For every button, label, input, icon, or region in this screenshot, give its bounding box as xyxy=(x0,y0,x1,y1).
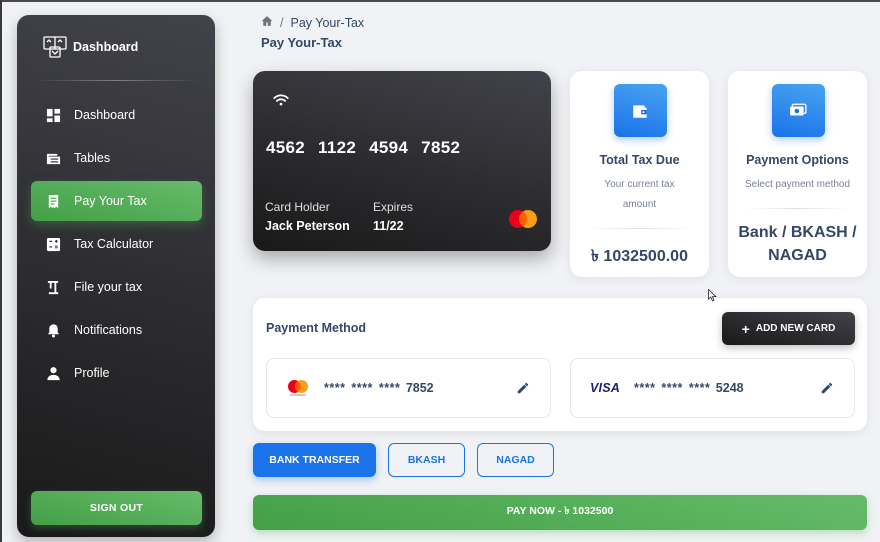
tax-due-amount: ৳ 1032500.00 xyxy=(591,248,688,265)
sidebar-item-pay-your-tax[interactable]: Pay Your Tax xyxy=(31,181,202,221)
pay-now-button[interactable]: PAY NOW - ৳ 1032500 xyxy=(253,495,867,530)
sidebar-item-file-your-tax[interactable]: File your tax xyxy=(31,267,202,307)
divider xyxy=(744,208,851,209)
page-title: Pay Your-Tax xyxy=(261,35,342,50)
breadcrumb-separator: / xyxy=(280,15,284,30)
nagad-button[interactable]: NAGAD xyxy=(477,443,554,477)
window-top-border xyxy=(0,0,880,2)
cash-icon xyxy=(771,84,825,137)
brand[interactable]: Dashboard xyxy=(43,35,138,59)
total-tax-due-card: Total Tax Due Your current tax amount ৳ … xyxy=(570,71,709,277)
add-new-card-button[interactable]: + ADD NEW CARD xyxy=(722,312,855,345)
receipt-icon xyxy=(45,193,61,209)
visa-logo-icon: VISA xyxy=(590,381,620,395)
sidebar-item-label: File your tax xyxy=(74,280,143,294)
payment-method-panel: Payment Method + ADD NEW CARD **** **** … xyxy=(253,298,867,431)
bank-transfer-button[interactable]: BANK TRANSFER xyxy=(253,443,376,477)
sidebar-item-notifications[interactable]: Notifications xyxy=(31,310,202,350)
person-icon xyxy=(45,365,61,381)
dashboard-icon xyxy=(45,107,61,123)
tax-logo-icon xyxy=(43,36,67,58)
card-expires-label: Expires xyxy=(373,200,414,214)
sidebar-item-tax-calculator[interactable]: Tax Calculator xyxy=(31,224,202,264)
home-icon[interactable] xyxy=(261,15,273,30)
card-number: 4562 1122 4594 7852 xyxy=(266,138,461,157)
sidebar-item-label: Tax Calculator xyxy=(74,237,154,251)
edit-icon[interactable] xyxy=(516,381,530,395)
bell-icon xyxy=(45,322,61,338)
brand-name: Dashboard xyxy=(73,40,139,54)
payment-options-methods: Bank / BKASH / NAGAD xyxy=(738,224,857,264)
sidebar-item-label: Tables xyxy=(74,151,111,165)
plus-icon: + xyxy=(741,320,750,337)
bkash-button[interactable]: BKASH xyxy=(388,443,465,477)
mouse-cursor-icon xyxy=(708,289,717,302)
card-holder-label: Card Holder xyxy=(265,200,330,214)
sidebar-item-dashboard[interactable]: Dashboard xyxy=(31,95,202,135)
mastercard-logo-icon xyxy=(509,210,537,228)
divider xyxy=(586,228,693,229)
sidebar-item-tables[interactable]: Tables xyxy=(31,138,202,178)
sidebar-item-label: Profile xyxy=(74,366,110,380)
card-expires-value: 11/22 xyxy=(373,219,404,233)
sidebar-divider xyxy=(33,80,199,81)
masked-card-number: **** **** **** 5248 xyxy=(633,381,744,395)
payment-options-card: Payment Options Select payment method Ba… xyxy=(728,71,867,277)
credit-card: 4562 1122 4594 7852 Card Holder Jack Pet… xyxy=(253,71,551,251)
breadcrumb: / Pay Your-Tax xyxy=(261,15,364,30)
payment-options-title: Payment Options xyxy=(746,153,849,167)
tax-due-subtitle: Your current tax amount xyxy=(604,179,675,210)
sidebar-item-label: Dashboard xyxy=(74,108,136,122)
calculator-icon xyxy=(45,236,61,252)
masked-card-number: **** **** **** 7852 xyxy=(324,381,434,395)
wifi-icon xyxy=(273,94,289,106)
mastercard-logo-icon xyxy=(288,380,308,396)
breadcrumb-current: Pay Your-Tax xyxy=(290,15,365,30)
edit-icon[interactable] xyxy=(820,381,834,395)
saved-card-visa[interactable]: VISA **** **** **** 5248 xyxy=(570,358,855,418)
file-icon xyxy=(45,279,61,295)
tax-due-title: Total Tax Due xyxy=(599,153,680,167)
table-icon xyxy=(45,150,61,166)
saved-card-mastercard[interactable]: **** **** **** 7852 xyxy=(266,358,551,418)
window-left-border xyxy=(0,0,2,542)
payment-method-title: Payment Method xyxy=(266,321,367,335)
card-holder-name: Jack Peterson xyxy=(265,219,350,233)
sign-out-button[interactable]: SIGN OUT xyxy=(31,491,202,525)
payment-options-subtitle: Select payment method xyxy=(744,179,851,190)
sidebar-item-label: Pay Your Tax xyxy=(74,194,147,208)
sidebar-item-profile[interactable]: Profile xyxy=(31,353,202,393)
sidebar-item-label: Notifications xyxy=(74,323,143,337)
sidebar: Dashboard Dashboard Tables Pay Your Tax … xyxy=(17,15,215,537)
wallet-icon xyxy=(613,84,667,137)
add-new-card-label: ADD NEW CARD xyxy=(755,323,836,334)
